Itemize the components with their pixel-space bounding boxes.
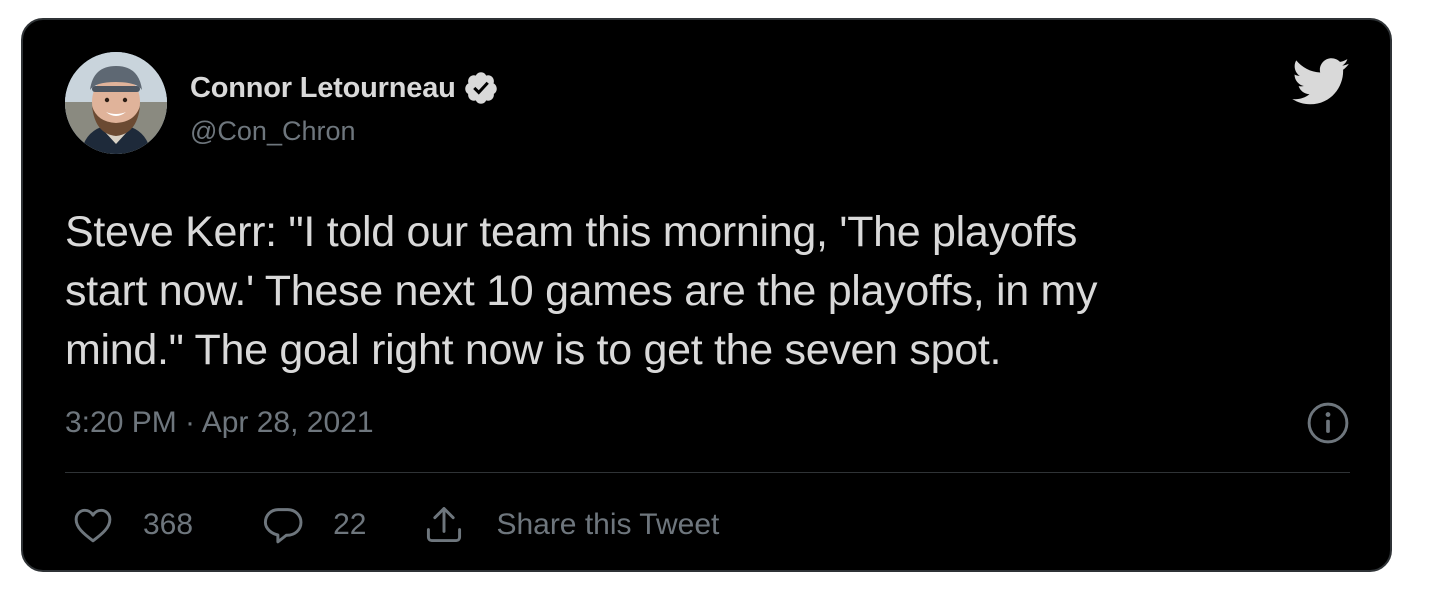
author-handle[interactable]: @Con_Chron [190,116,356,147]
display-name[interactable]: Connor Letourneau [190,72,456,105]
tweet-text-line: mind." The goal right now is to get the … [65,326,1002,374]
share-upload-icon [427,507,462,543]
info-icon[interactable] [1306,401,1350,445]
twitter-bird-icon[interactable] [1292,58,1350,106]
like-button[interactable]: 368 [71,503,193,547]
tweet-text-line: start now.' These next 10 games are the … [65,267,1098,315]
reply-bubble-icon [263,508,303,544]
like-count: 368 [143,508,194,541]
divider [65,472,1350,473]
share-label: Share this Tweet [496,508,720,541]
reply-button[interactable]: 22 [261,503,366,547]
heart-icon [74,508,112,543]
author-name-row[interactable]: Connor Letourneau [190,70,499,106]
share-button[interactable]: Share this Tweet [422,503,719,547]
tweet-timestamp[interactable]: 3:20 PM · Apr 28, 2021 [65,406,374,440]
reply-count: 22 [333,508,367,541]
avatar-photo [65,52,167,154]
tweet-actions: 368 22 Share this Tweet [71,502,719,548]
tweet-text-line: Steve Kerr: "I told our team this mornin… [65,208,1078,256]
verified-badge-icon [464,72,497,104]
tweet-text: Steve Kerr: "I told our team this mornin… [65,203,1325,380]
tweet-card[interactable]: Connor Letourneau @Con_Chron Steve Kerr:… [21,18,1392,572]
avatar[interactable] [65,52,167,154]
